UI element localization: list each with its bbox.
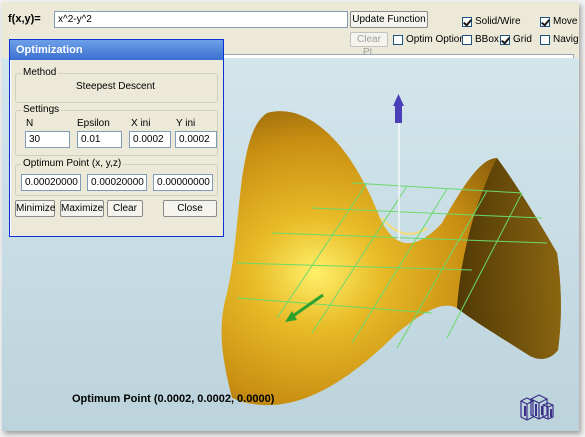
- solid-wire-checkbox[interactable]: Solid/Wire: [462, 16, 521, 27]
- close-button[interactable]: Close: [163, 200, 217, 217]
- optimum-point-group: Optimum Point (x, y,z) 0.00020000 0.0002…: [15, 158, 218, 196]
- settings-group-title: Settings: [21, 104, 62, 115]
- optimum-x-field: 0.00020000: [21, 174, 81, 191]
- optim-option-label: Optim Option: [406, 34, 465, 45]
- function-input[interactable]: x^2-y^2: [54, 11, 348, 28]
- navig-label: Navig: [553, 34, 579, 45]
- navig-checkbox[interactable]: Navig: [540, 34, 579, 45]
- optimum-point-status: Optimum Point (0.0002, 0.0002, 0.0000): [72, 393, 275, 405]
- n-label: N: [26, 118, 34, 129]
- function-label: f(x,y)=: [8, 13, 41, 25]
- method-value: Steepest Descent: [76, 81, 155, 92]
- move-label: Move: [553, 16, 578, 27]
- navig-box[interactable]: [540, 34, 550, 45]
- optim-option-box[interactable]: [393, 34, 403, 45]
- clear-button[interactable]: Clear: [107, 200, 143, 217]
- y-ini-label: Y ini: [176, 118, 196, 129]
- z-axis-shaft: [395, 105, 402, 123]
- grid-checkbox[interactable]: Grid: [500, 34, 532, 45]
- solid-wire-label: Solid/Wire: [475, 16, 521, 27]
- grid-box[interactable]: [500, 34, 510, 45]
- y-ini-input[interactable]: 0.0002: [175, 131, 217, 148]
- method-group: Method Steepest Descent: [15, 67, 218, 103]
- bbox-checkbox[interactable]: BBox: [462, 34, 499, 45]
- optimization-panel: Optimization Method Steepest Descent Set…: [9, 39, 224, 237]
- solid-wire-box[interactable]: [462, 16, 472, 27]
- maximize-button[interactable]: Maximize: [60, 200, 104, 217]
- optim-option-checkbox[interactable]: Optim Option: [393, 34, 465, 45]
- grid-label: Grid: [513, 34, 532, 45]
- bbox-box[interactable]: [462, 34, 472, 45]
- app-logo-icon: [520, 394, 554, 421]
- clear-point-button[interactable]: Clear Pt.: [350, 32, 388, 58]
- optimum-y-field: 0.00020000: [87, 174, 147, 191]
- move-box[interactable]: [540, 16, 550, 27]
- move-checkbox[interactable]: Move: [540, 16, 577, 27]
- optimum-point-group-title: Optimum Point (x, y,z): [21, 158, 124, 169]
- settings-group: Settings N Epsilon X ini Y ini 30 0.01 0…: [15, 104, 218, 156]
- epsilon-input[interactable]: 0.01: [77, 131, 122, 148]
- app-window: f(x,y)= x^2-y^2 Update Function Clear Pt…: [2, 2, 579, 431]
- optimization-title: Optimization: [10, 40, 223, 60]
- x-ini-input[interactable]: 0.0002: [129, 131, 171, 148]
- x-ini-label: X ini: [131, 118, 151, 129]
- method-group-title: Method: [21, 67, 59, 78]
- update-function-button[interactable]: Update Function: [350, 11, 428, 28]
- bbox-label: BBox: [475, 34, 499, 45]
- n-input[interactable]: 30: [25, 131, 70, 148]
- minimize-button[interactable]: Minimize: [15, 200, 55, 217]
- epsilon-label: Epsilon: [77, 118, 110, 129]
- optimum-z-field: 0.00000000: [153, 174, 213, 191]
